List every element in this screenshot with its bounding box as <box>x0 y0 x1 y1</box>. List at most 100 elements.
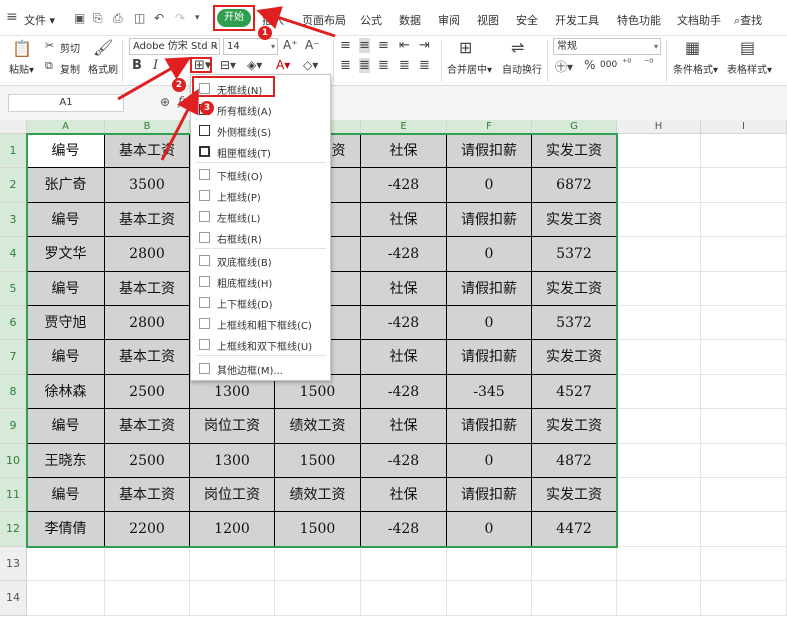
align-right-icon[interactable]: ≣ <box>378 58 389 73</box>
format-painter-label[interactable]: 格式刷 <box>88 61 118 76</box>
cell-e13[interactable] <box>361 546 447 582</box>
row-header-6[interactable]: 6 <box>0 306 27 341</box>
row-header-14[interactable]: 14 <box>0 581 27 616</box>
cell-f8[interactable]: -345 <box>447 374 532 410</box>
underline-button[interactable]: U <box>172 58 182 73</box>
cell-e11[interactable]: 社保 <box>361 478 447 513</box>
cell-g2[interactable]: 6872 <box>532 168 617 203</box>
menu-item-top-double-bottom-border[interactable]: 上框线和双下框线(U) <box>191 334 330 355</box>
align-left-icon[interactable]: ≣ <box>340 58 351 73</box>
cell-b7[interactable]: 基本工资 <box>105 340 190 375</box>
cell-h14[interactable] <box>617 581 701 616</box>
column-header-a[interactable]: A <box>27 120 105 134</box>
cell-f9[interactable]: 请假扣薪 <box>447 409 532 444</box>
cell-e9[interactable]: 社保 <box>361 409 447 444</box>
menu-item-thick-bottom-border[interactable]: 粗底框线(H) <box>191 271 330 292</box>
wrap-text-icon[interactable]: ⇌ <box>511 38 524 57</box>
fill-color-icon[interactable]: ◈▾ <box>247 58 262 72</box>
cell-b10[interactable]: 2500 <box>105 443 190 478</box>
cell-c10[interactable]: 1300 <box>190 443 275 478</box>
file-menu[interactable]: 文件 ▾ <box>24 12 55 28</box>
cell-a13[interactable] <box>27 546 105 582</box>
cell-h2[interactable] <box>617 168 701 203</box>
cell-b12[interactable]: 2200 <box>105 512 190 547</box>
cell-f13[interactable] <box>447 546 532 582</box>
bold-button[interactable]: B <box>132 58 142 73</box>
print-preview-icon[interactable]: ◫ <box>134 11 145 25</box>
row-header-8[interactable]: 8 <box>0 374 27 410</box>
menu-item-outside-borders[interactable]: 外侧框线(S) <box>191 120 330 141</box>
search-button[interactable]: ⌕查找 <box>734 12 762 28</box>
cell-d13[interactable] <box>275 546 361 582</box>
cell-c14[interactable] <box>190 581 275 616</box>
cell-g4[interactable]: 5372 <box>532 237 617 272</box>
tab-review[interactable]: 审阅 <box>438 12 460 28</box>
cell-e3[interactable]: 社保 <box>361 202 447 238</box>
clear-format-icon[interactable]: ◇▾ <box>303 58 318 72</box>
column-header-b[interactable]: B <box>105 120 190 134</box>
cell-h9[interactable] <box>617 409 701 444</box>
cell-i5[interactable] <box>701 271 787 306</box>
cell-i6[interactable] <box>701 306 787 341</box>
row-header-10[interactable]: 10 <box>0 443 27 478</box>
row-header-9[interactable]: 9 <box>0 409 27 444</box>
menu-item-top-thick-bottom-border[interactable]: 上框线和粗下框线(C) <box>191 313 330 334</box>
fx-button[interactable]: fx <box>178 94 189 108</box>
increase-decimal-icon[interactable]: ⁺⁰ <box>622 58 631 69</box>
cell-b8[interactable]: 2500 <box>105 374 190 410</box>
cell-c12[interactable]: 1200 <box>190 512 275 547</box>
paste-icon[interactable]: 📋 <box>12 39 32 58</box>
italic-button[interactable]: I <box>153 58 158 73</box>
cell-e12[interactable]: -428 <box>361 512 447 547</box>
cell-h12[interactable] <box>617 512 701 547</box>
tab-security[interactable]: 安全 <box>516 12 538 28</box>
cell-a1[interactable]: 编号 <box>27 134 105 169</box>
cell-i2[interactable] <box>701 168 787 203</box>
percent-button[interactable]: % <box>584 58 595 72</box>
cell-c9[interactable]: 岗位工资 <box>190 409 275 444</box>
copy-icon[interactable]: ⧉ <box>45 59 53 73</box>
merge-center-button[interactable]: 合并居中▾ <box>447 61 492 76</box>
cell-b11[interactable]: 基本工资 <box>105 478 190 513</box>
cell-a12[interactable]: 李倩倩 <box>27 512 105 547</box>
redo-icon[interactable]: ↷ <box>175 11 185 25</box>
cell-d10[interactable]: 1500 <box>275 443 361 478</box>
cell-h13[interactable] <box>617 546 701 582</box>
export-icon[interactable]: ⎘ <box>93 11 103 26</box>
tab-doc-assistant[interactable]: 文档助手 <box>677 12 721 28</box>
conditional-format-button[interactable]: 条件格式▾ <box>673 61 718 76</box>
cell-f2[interactable]: 0 <box>447 168 532 203</box>
cell-a7[interactable]: 编号 <box>27 340 105 375</box>
cell-a5[interactable]: 编号 <box>27 271 105 306</box>
cell-f1[interactable]: 请假扣薪 <box>447 134 532 169</box>
cell-h6[interactable] <box>617 306 701 341</box>
tab-formulas[interactable]: 公式 <box>360 12 382 28</box>
customize-icon[interactable]: ▾ <box>195 13 200 23</box>
cell-h3[interactable] <box>617 202 701 238</box>
cell-a3[interactable]: 编号 <box>27 202 105 238</box>
row-header-4[interactable]: 4 <box>0 237 27 272</box>
align-middle-icon[interactable]: ≡ <box>359 38 370 53</box>
row-header-13[interactable]: 13 <box>0 546 27 582</box>
print-icon[interactable]: ⎙ <box>113 11 123 26</box>
cell-i1[interactable] <box>701 134 787 169</box>
menu-item-bottom-border[interactable]: 下框线(O) <box>191 164 330 185</box>
decrease-font-icon[interactable]: A⁻ <box>305 38 320 52</box>
cell-e4[interactable]: -428 <box>361 237 447 272</box>
column-header-e[interactable]: E <box>361 120 447 134</box>
row-header-2[interactable]: 2 <box>0 168 27 203</box>
cell-a11[interactable]: 编号 <box>27 478 105 513</box>
table-style-icon[interactable]: ▤ <box>740 38 755 57</box>
cell-a8[interactable]: 徐林森 <box>27 374 105 410</box>
cut-icon[interactable]: ✂ <box>45 39 54 52</box>
menu-item-left-border[interactable]: 左框线(L) <box>191 206 330 227</box>
name-box[interactable]: A1 <box>8 94 124 112</box>
decrease-decimal-icon[interactable]: ⁻⁰ <box>644 58 653 69</box>
cell-e1[interactable]: 社保 <box>361 134 447 169</box>
tab-view[interactable]: 视图 <box>477 12 499 28</box>
cell-e6[interactable]: -428 <box>361 306 447 341</box>
distributed-icon[interactable]: ≣ <box>419 58 430 73</box>
cell-d12[interactable]: 1500 <box>275 512 361 547</box>
cell-h8[interactable] <box>617 374 701 410</box>
row-header-11[interactable]: 11 <box>0 478 27 513</box>
